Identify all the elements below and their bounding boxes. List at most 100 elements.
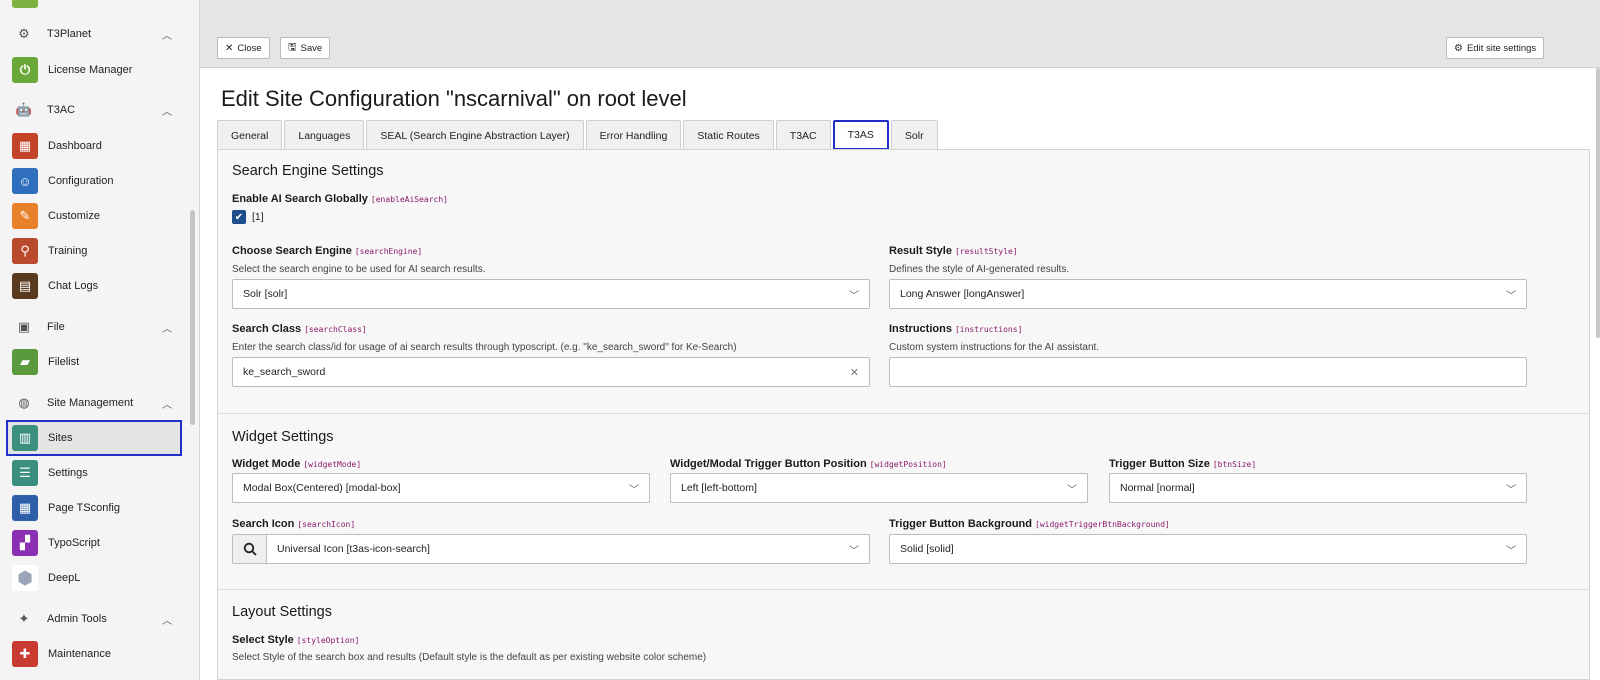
chevron-down-icon: ﹀ [1067,484,1077,496]
search-class-label: Search Class [searchClass] [232,323,367,335]
search-icon [243,542,257,556]
tab-panel-t3as: Search Engine Settings Enable AI Search … [217,149,1590,680]
typoscript-icon: ▞ [12,530,38,556]
sidebar-item-sites[interactable]: ▥ Sites [6,420,182,456]
section-title-widget: Widget Settings [232,429,334,445]
chevron-up-icon: ︿ [162,323,172,335]
robot-icon: ☺ [12,168,38,194]
save-button[interactable]: 🖫 Save [280,37,331,59]
trigger-bg-select[interactable]: Solid [solid] ﹀ [889,534,1527,564]
section-divider [218,589,1589,590]
section-divider [218,413,1589,414]
edit-site-settings-button[interactable]: ⚙ Edit site settings [1446,37,1545,59]
search-icon-select[interactable]: Universal Icon [t3as-icon-search] ﹀ [232,534,870,564]
tab-bar: General Languages SEAL (Search Engine Ab… [217,120,940,150]
instructions-label: Instructions [instructions] [889,323,1023,335]
section-title-layout: Layout Settings [232,604,332,620]
instructions-input[interactable] [889,357,1527,387]
enable-ai-search-checkbox[interactable]: ✔ [232,210,246,224]
sidebar-group-t3ac[interactable]: 🤖 T3AC ︿ [0,92,190,128]
sidebar-item-configuration[interactable]: ☺ Configuration [6,163,182,199]
result-style-select[interactable]: Long Answer [longAnswer] ﹀ [889,279,1527,309]
sidebar-item-typoscript[interactable]: ▞ TypoScript [6,525,182,561]
chat-logs-icon: ▤ [12,273,38,299]
checkmark-icon: ✔ [234,211,244,223]
tab-t3ac[interactable]: T3AC [775,120,831,150]
sites-icon: ▥ [12,425,38,451]
chevron-down-icon: ﹀ [1506,545,1516,557]
btn-size-label: Trigger Button Size [btnSize] [1109,458,1257,470]
search-icon-label: Search Icon [searchIcon] [232,518,356,530]
enable-ai-search-label: Enable AI Search Globally [enableAiSearch… [232,193,448,205]
style-option-label: Select Style [styleOption] [232,634,360,646]
style-option-description: Select Style of the search box and resul… [232,652,707,663]
training-icon: ⚲ [12,238,38,264]
result-style-description: Defines the style of AI-generated result… [889,264,1070,275]
tab-static-routes[interactable]: Static Routes [683,120,774,150]
sidebar-group-t3planet[interactable]: ⚙ T3Planet ︿ [0,16,190,52]
page-tsconfig-icon: ▦ [12,495,38,521]
widget-mode-select[interactable]: Modal Box(Centered) [modal-box] ﹀ [232,473,650,503]
widget-position-select[interactable]: Left [left-bottom] ﹀ [670,473,1088,503]
deepl-icon: ⬢ [12,565,38,591]
search-engine-description: Select the search engine to be used for … [232,264,486,275]
result-style-label: Result Style [resultStyle] [889,245,1018,257]
sidebar-group-site-management[interactable]: ◍ Site Management ︿ [0,385,190,421]
chevron-down-icon: ﹀ [1506,484,1516,496]
tab-seal[interactable]: SEAL (Search Engine Abstraction Layer) [366,120,584,150]
tab-languages[interactable]: Languages [284,120,365,150]
module-icon-partial [12,0,38,8]
save-icon: 🖫 [288,41,297,53]
search-class-description: Enter the search class/id for usage of a… [232,342,737,353]
globe-icon: ◍ [18,395,30,410]
main-scrollbar[interactable] [1596,68,1600,338]
close-button[interactable]: ✕ Close [217,37,270,59]
sidebar-item-settings[interactable]: ☰ Settings [6,455,182,491]
gear-icon: ⚙ [1454,42,1463,54]
tab-general[interactable]: General [217,120,283,150]
enable-ai-search-value: [1] [252,211,264,223]
sidebar-item-license-manager[interactable]: ⏻ License Manager [6,52,182,88]
sidebar-item-chat-logs[interactable]: ▤ Chat Logs [6,268,182,304]
clear-icon[interactable]: ✕ [850,366,859,379]
sidebar-item-training[interactable]: ⚲ Training [6,233,182,269]
tab-solr[interactable]: Solr [890,120,938,150]
search-engine-label: Choose Search Engine [searchEngine] [232,245,423,257]
search-icon-preview [233,535,267,563]
sidebar-item-deepl[interactable]: ⬢ DeepL [6,560,182,596]
sidebar-scrollbar[interactable] [190,210,195,425]
folder-icon: ▰ [12,349,38,375]
chevron-up-icon: ︿ [162,399,172,411]
search-engine-select[interactable]: Solr [solr] ﹀ [232,279,870,309]
chevron-down-icon: ﹀ [629,484,639,496]
docheader: ✕ Close 🖫 Save ⚙ Edit site settings [200,0,1600,68]
search-class-input[interactable]: ke_search_sword ✕ [232,357,870,387]
sidebar-item-filelist[interactable]: ▰ Filelist [6,344,182,380]
chevron-up-icon: ︿ [162,106,172,118]
chevron-down-icon: ﹀ [1506,290,1516,302]
sidebar-item-page-tsconfig[interactable]: ▦ Page TSconfig [6,490,182,526]
main-content: Edit Site Configuration "nscarnival" on … [200,68,1600,680]
sidebar-item-customize[interactable]: ✎ Customize [6,198,182,234]
sidebar-item-maintenance[interactable]: ✚ Maintenance [6,636,182,672]
customize-icon: ✎ [12,203,38,229]
image-icon: ▣ [17,319,31,334]
chevron-down-icon: ﹀ [849,290,859,302]
sidebar-item-dashboard[interactable]: ▦ Dashboard [6,128,182,164]
sliders-icon: ☰ [12,460,38,486]
dashboard-icon: ▦ [12,133,38,159]
close-icon: ✕ [225,42,234,54]
rocket-icon: ✦ [18,611,30,626]
instructions-description: Custom system instructions for the AI as… [889,342,1100,353]
trigger-bg-label: Trigger Button Background [widgetTriggerB… [889,518,1170,530]
sidebar-group-admin-tools[interactable]: ✦ Admin Tools ︿ [0,601,190,637]
wrench-icon: ✚ [12,641,38,667]
btn-size-select[interactable]: Normal [normal] ﹀ [1109,473,1527,503]
chevron-up-icon: ︿ [162,30,172,42]
gear-icon: ⚙ [18,26,30,41]
tab-t3as[interactable]: T3AS [832,120,889,150]
tab-error-handling[interactable]: Error Handling [585,120,682,150]
widget-mode-label: Widget Mode [widgetMode] [232,458,362,470]
sidebar-group-file[interactable]: ▣ File ︿ [0,309,190,345]
robot-icon: 🤖 [15,102,33,117]
